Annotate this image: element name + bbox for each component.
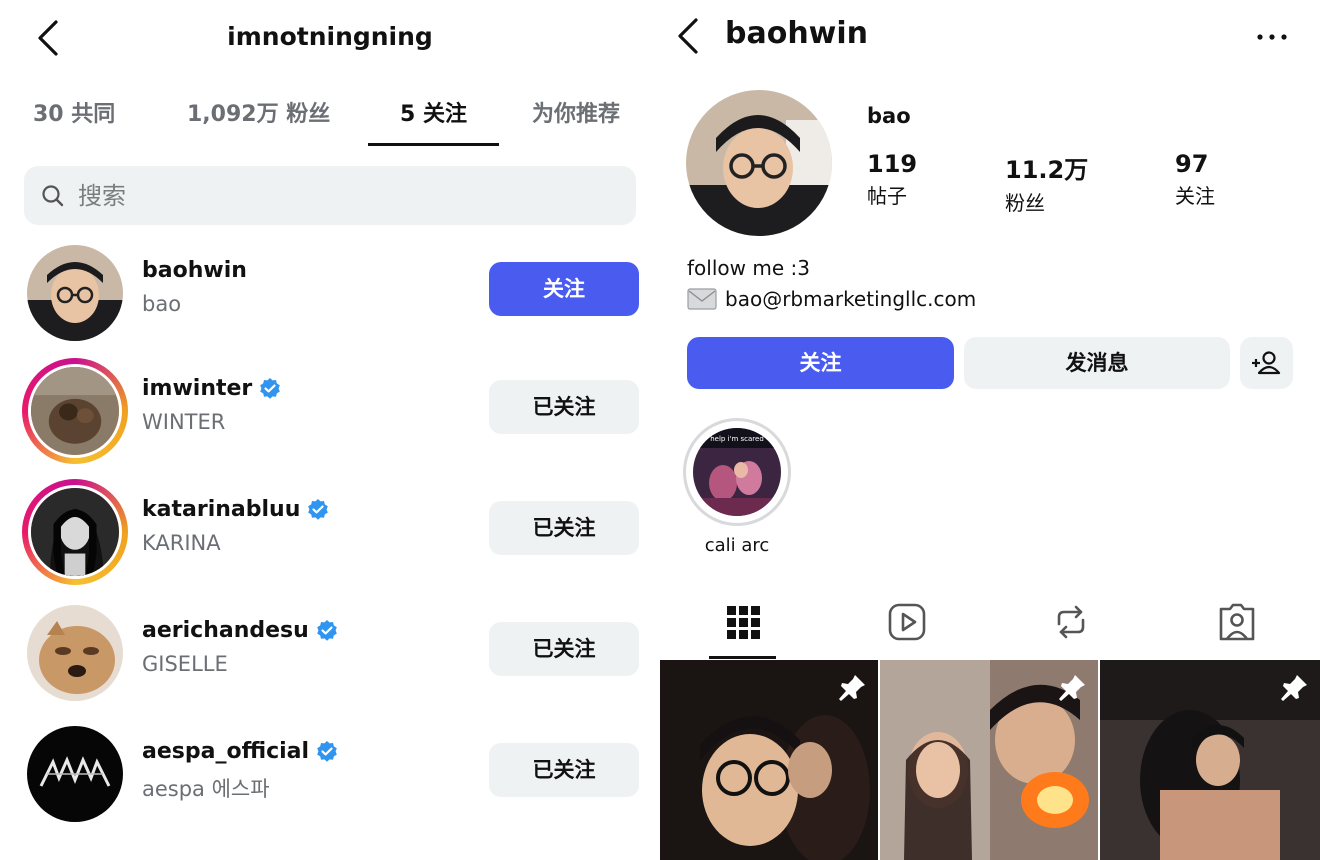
profile-display-name: bao xyxy=(867,104,911,128)
profile-email[interactable]: bao@rbmarketingllc.com xyxy=(687,287,976,311)
list-item[interactable]: katarinabluu KARINA 已关注 xyxy=(0,479,660,589)
story-highlight[interactable]: help i'm scared xyxy=(683,418,791,526)
user-display-name: aespa 에스파 xyxy=(142,777,270,801)
following-button[interactable]: 已关注 xyxy=(489,622,639,676)
pin-icon xyxy=(1281,675,1307,701)
pin-icon xyxy=(1059,675,1085,701)
followers-stat[interactable]: 11.2万 粉丝 xyxy=(1005,150,1088,216)
add-person-button[interactable] xyxy=(1240,337,1293,389)
following-count: 97 xyxy=(1175,150,1209,178)
grid-icon[interactable] xyxy=(721,600,765,644)
following-list-panel: imnotningning 30 共同 1,092万 粉丝 5 关注 为你推荐 xyxy=(0,0,660,860)
verified-badge-icon xyxy=(317,740,337,762)
posts-stat[interactable]: 119 帖子 xyxy=(867,150,917,209)
user-display-name: KARINA xyxy=(142,531,221,555)
user-handle[interactable]: aespa_official xyxy=(142,739,339,764)
list-item[interactable]: imwinter WINTER 已关注 xyxy=(0,358,660,468)
user-display-name: bao xyxy=(142,292,182,316)
message-button[interactable]: 发消息 xyxy=(964,337,1230,389)
avatar-story-ring[interactable] xyxy=(22,479,128,585)
mail-icon xyxy=(687,288,717,310)
tab-following[interactable]: 5 关注 xyxy=(400,96,467,128)
pin-icon xyxy=(839,675,865,701)
profile-username: baohwin xyxy=(725,16,869,51)
page-title: imnotningning xyxy=(227,22,433,51)
user-display-name: GISELLE xyxy=(142,652,228,676)
search-input[interactable] xyxy=(78,176,618,216)
following-button[interactable]: 已关注 xyxy=(489,380,639,434)
reposts-icon[interactable] xyxy=(1049,600,1093,644)
tab-followers[interactable]: 1,092万 粉丝 xyxy=(187,96,330,128)
avatar-story-ring[interactable] xyxy=(22,358,128,464)
profile-bio: follow me :3 xyxy=(687,256,810,280)
user-handle[interactable]: katarinabluu xyxy=(142,497,330,522)
posts-count: 119 xyxy=(867,150,918,178)
active-tab-indicator xyxy=(368,143,499,146)
post-thumbnail[interactable] xyxy=(880,660,1098,860)
post-thumbnail[interactable] xyxy=(1100,660,1320,860)
followers-label: 粉丝 xyxy=(1005,191,1045,215)
follow-button[interactable]: 关注 xyxy=(489,262,639,316)
verified-badge-icon xyxy=(260,377,281,399)
user-handle[interactable]: imwinter xyxy=(142,376,282,401)
avatar[interactable] xyxy=(22,600,128,706)
more-icon[interactable] xyxy=(1252,22,1292,52)
user-handle[interactable]: baohwin xyxy=(142,258,247,283)
post-thumbnail[interactable] xyxy=(660,660,878,860)
profile-follow-button[interactable]: 关注 xyxy=(687,337,954,389)
tagged-icon[interactable] xyxy=(1215,600,1259,644)
verified-badge-icon xyxy=(308,498,329,520)
tab-suggested[interactable]: 为你推荐 xyxy=(532,96,620,128)
avatar xyxy=(28,485,122,579)
user-handle[interactable]: aerichandesu xyxy=(142,618,339,643)
add-person-icon xyxy=(1252,351,1281,375)
list-item[interactable]: aerichandesu GISELLE 已关注 xyxy=(0,600,660,710)
following-stat[interactable]: 97 关注 xyxy=(1175,150,1215,209)
following-label: 关注 xyxy=(1175,184,1215,208)
avatar xyxy=(28,364,122,458)
reels-icon[interactable] xyxy=(885,600,929,644)
profile-avatar[interactable] xyxy=(686,90,832,236)
search-icon xyxy=(42,185,64,207)
following-header: imnotningning xyxy=(0,0,660,76)
search-bar xyxy=(24,166,636,225)
avatar[interactable] xyxy=(22,721,128,827)
highlight-label: cali arc xyxy=(704,535,770,556)
following-button[interactable]: 已关注 xyxy=(489,501,639,555)
user-display-name: WINTER xyxy=(142,410,226,434)
tab-mutual[interactable]: 30 共同 xyxy=(33,96,115,128)
email-text: bao@rbmarketingllc.com xyxy=(725,287,977,311)
verified-badge-icon xyxy=(316,619,337,641)
relationship-tabs: 30 共同 1,092万 粉丝 5 关注 为你推荐 xyxy=(0,86,660,148)
back-chevron-icon[interactable] xyxy=(672,14,702,58)
highlight-caption: help i'm scared xyxy=(710,435,764,443)
profile-panel: baohwin bao 119 帖子 11.2万 粉丝 97 关注 follow xyxy=(660,0,1320,860)
active-grid-tab-indicator xyxy=(709,656,776,659)
followers-count: 11.2万 xyxy=(1005,156,1089,184)
list-item[interactable]: baohwin bao 关注 xyxy=(0,240,660,350)
posts-label: 帖子 xyxy=(867,184,907,208)
following-button[interactable]: 已关注 xyxy=(489,743,639,797)
list-item[interactable]: aespa_official aespa 에스파 已关注 xyxy=(0,721,660,831)
avatar[interactable] xyxy=(22,240,128,346)
